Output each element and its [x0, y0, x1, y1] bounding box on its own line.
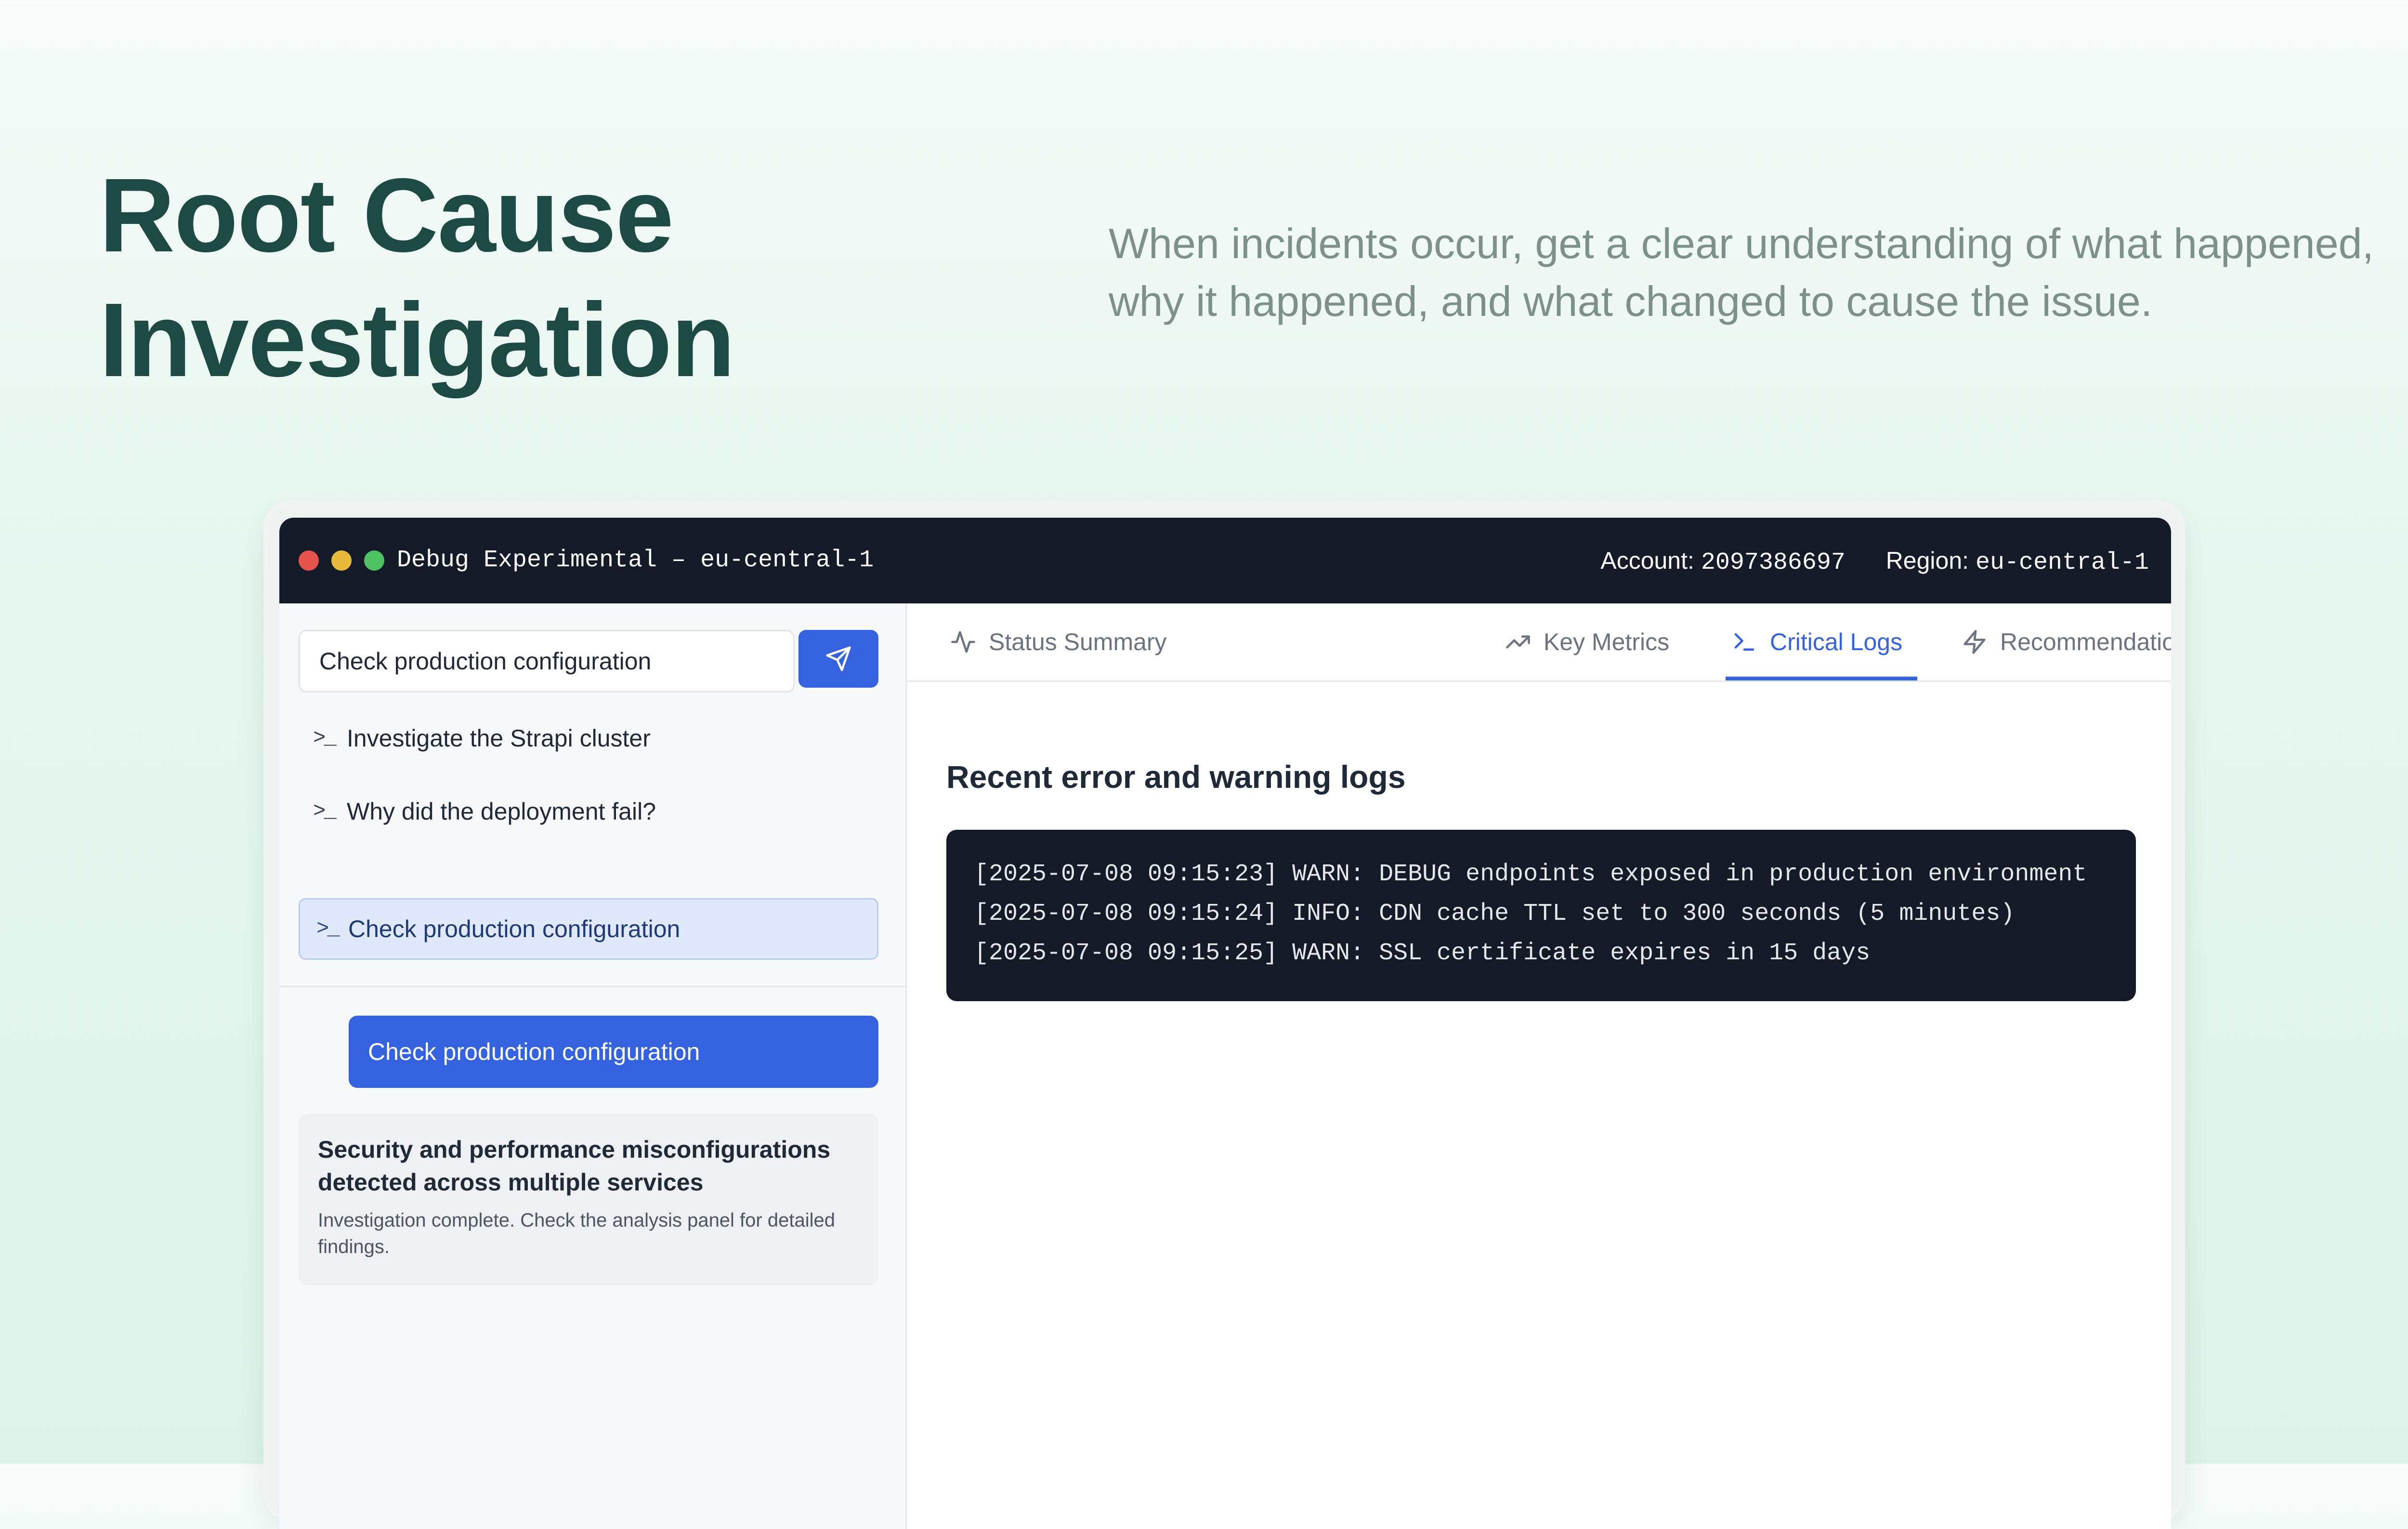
suggestion-check-production[interactable]: >_ Check production configuration — [299, 898, 878, 960]
activity-icon — [951, 631, 975, 653]
tab-label: Critical Logs — [1770, 628, 1903, 655]
tab-label: Status Summary — [989, 628, 1167, 655]
tab-recommendations[interactable]: Recommendations — [1962, 603, 2171, 680]
suggestion-investigate-strapi[interactable]: >_ Investigate the Strapi cluster — [299, 707, 878, 769]
log-line: [2025-07-08 09:15:23] WARN: DEBUG endpoi… — [974, 861, 2087, 888]
terminal-icon — [1734, 633, 1754, 651]
close-window-dot[interactable] — [299, 550, 319, 571]
log-output: [2025-07-08 09:15:23] WARN: DEBUG endpoi… — [946, 830, 2136, 1001]
headline-line-2: Investigation — [99, 282, 735, 399]
terminal-prompt-icon: >_ — [313, 726, 337, 750]
tab-label: Recommendations — [2000, 628, 2171, 655]
log-line: [2025-07-08 09:15:24] INFO: CDN cache TT… — [974, 900, 2015, 928]
window-titlebar: Debug Experimental – eu-central-1 Accoun… — [279, 518, 2171, 603]
log-line: [2025-07-08 09:15:25] WARN: SSL certific… — [974, 940, 1871, 967]
terminal-prompt-icon: >_ — [313, 799, 337, 823]
headline-line-1: Root Cause — [99, 157, 674, 274]
account-label: Account: — [1600, 547, 1694, 574]
tab-key-metrics[interactable]: Key Metrics — [1505, 603, 1669, 680]
response-title: Security and performance misconfiguratio… — [318, 1136, 831, 1196]
panel-heading: Recent error and warning logs — [946, 759, 1406, 795]
response-body: Investigation complete. Check the analys… — [318, 1210, 835, 1257]
suggestion-label: Why did the deployment fail? — [347, 798, 656, 825]
suggestion-label: Check production configuration — [348, 915, 681, 942]
tab-status-summary[interactable]: Status Summary — [950, 603, 1167, 680]
analysis-tabs: Status Summary Key Metrics Critical Logs — [907, 603, 2171, 682]
terminal-prompt-icon: >_ — [316, 917, 340, 941]
account-value: 2097386697 — [1701, 549, 1845, 576]
user-message-bubble: Check production configuration — [349, 1016, 878, 1088]
window-title: Debug Experimental – eu-central-1 — [397, 547, 874, 574]
analysis-panel: Status Summary Key Metrics Critical Logs — [907, 603, 2171, 1529]
trending-up-icon — [1506, 635, 1530, 649]
tab-critical-logs[interactable]: Critical Logs — [1726, 603, 1917, 680]
zap-icon — [1963, 630, 1986, 654]
sidebar-divider — [279, 986, 905, 987]
maximize-window-dot[interactable] — [364, 550, 384, 571]
region-value: eu-central-1 — [1975, 549, 2149, 576]
account-region-info: Account: 2097386697 Region: eu-central-1 — [1600, 542, 2149, 582]
chat-sidebar: >_ Investigate the Strapi cluster >_ Why… — [279, 603, 907, 1529]
send-button[interactable] — [798, 630, 878, 688]
query-input[interactable] — [299, 630, 795, 693]
app-window: Debug Experimental – eu-central-1 Accoun… — [279, 518, 2171, 1529]
region-label: Region: — [1885, 547, 1969, 574]
suggestion-deployment-fail[interactable]: >_ Why did the deployment fail? — [299, 781, 878, 842]
send-icon — [826, 646, 851, 671]
page-subtitle: When incidents occur, get a clear unders… — [1109, 220, 2374, 325]
suggestion-label: Investigate the Strapi cluster — [347, 725, 651, 752]
assistant-response-card: Security and performance misconfiguratio… — [299, 1114, 878, 1285]
minimize-window-dot[interactable] — [331, 550, 352, 571]
tab-label: Key Metrics — [1544, 628, 1670, 655]
page-headline: Root Cause Investigation — [99, 153, 1014, 403]
